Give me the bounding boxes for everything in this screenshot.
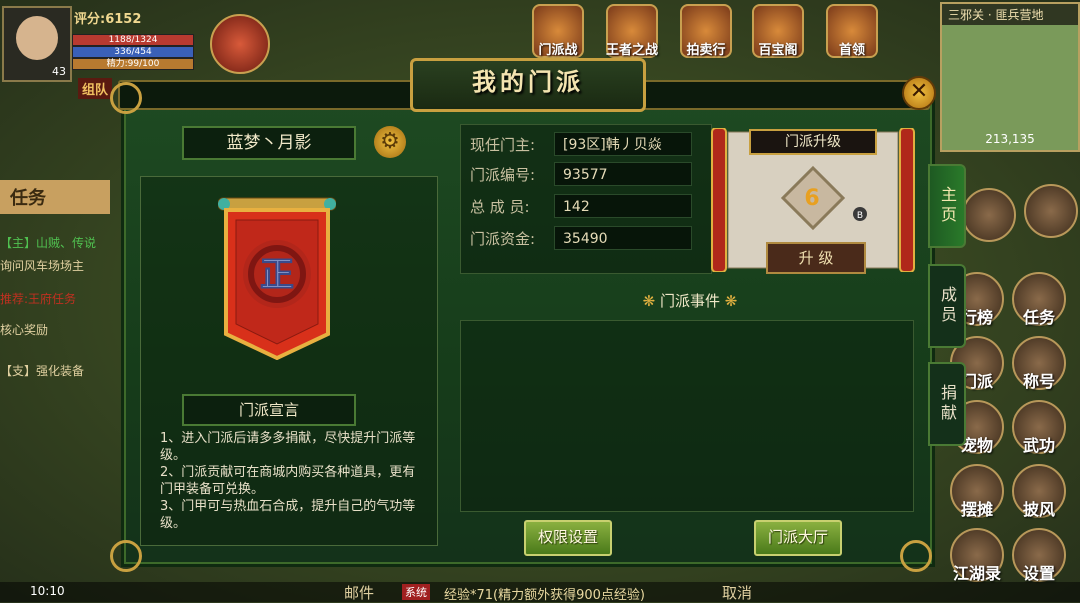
quest-panel[interactable]: 任务 【主】山贼、传说 询问风车场场主 推荐:王府任务 核心奖励 【支】强化装备 bbox=[0, 180, 130, 379]
minimap-coords: 213,135 bbox=[985, 132, 1035, 146]
events-title: ❋ 门派事件 ❋ bbox=[600, 290, 780, 311]
tab-home[interactable]: 主页 bbox=[928, 164, 966, 248]
side-button-stall[interactable]: 摆摊 bbox=[950, 464, 1004, 519]
minimap[interactable]: 三邪关 · 匪兵营地 213,135 bbox=[940, 2, 1080, 152]
permissions-button[interactable]: 权限设置 bbox=[524, 520, 612, 556]
banner-glyph: 正 bbox=[260, 255, 294, 295]
tab-donate[interactable]: 捐献 bbox=[928, 362, 966, 446]
sect-banner: 正 bbox=[218, 197, 336, 360]
corner-ornament bbox=[900, 540, 932, 572]
declaration-title: 门派宣言 bbox=[182, 394, 356, 426]
funds-label: 门派资金: bbox=[470, 230, 536, 248]
svg-text:B: B bbox=[857, 211, 863, 221]
events-title-text: 门派事件 bbox=[659, 292, 720, 310]
quest-line: 【支】强化装备 bbox=[0, 364, 85, 378]
top-icon-king-war[interactable]: 王者之战 bbox=[606, 4, 658, 58]
sect-id-label: 门派编号: bbox=[470, 166, 536, 184]
side-button-cloak[interactable]: 披风 bbox=[1012, 464, 1066, 519]
declaration-text: 1、进入门派后请多多捐献，尽快提升门派等级。 2、门派贡献可在商城内购买各种道具… bbox=[160, 430, 422, 532]
sect-hall-button[interactable]: 门派大厅 bbox=[754, 520, 842, 556]
side-button-menu[interactable] bbox=[1024, 184, 1078, 238]
top-icon-auction[interactable]: 拍卖行 bbox=[680, 4, 732, 58]
cloud-ornament-icon: ❋ bbox=[724, 292, 738, 310]
dialog-title: 我的门派 bbox=[410, 58, 646, 112]
stamina-bar: 精力:99/100 bbox=[72, 58, 194, 70]
sect-id-value: 93577 bbox=[554, 162, 692, 186]
cloud-ornament-icon: ❋ bbox=[642, 292, 660, 310]
side-button-mount[interactable] bbox=[962, 188, 1016, 242]
events-list[interactable] bbox=[460, 320, 914, 512]
close-button[interactable]: ✕ bbox=[902, 76, 936, 110]
leader-label: 现任门主: bbox=[470, 136, 536, 154]
avatar-portrait bbox=[16, 16, 58, 60]
side-button-skill[interactable]: 武功 bbox=[1012, 400, 1066, 455]
gear-icon[interactable]: ⚙ bbox=[374, 126, 406, 158]
tab-members[interactable]: 成员 bbox=[928, 264, 966, 348]
side-button-jianghu[interactable]: 江湖录 bbox=[950, 528, 1004, 583]
mp-bar: 336/454 bbox=[72, 46, 194, 58]
top-icon-boss[interactable]: 首领 bbox=[826, 4, 878, 58]
cancel-button[interactable]: 取消 bbox=[722, 582, 752, 603]
player-level: 43 bbox=[52, 65, 66, 78]
corner-ornament bbox=[110, 540, 142, 572]
minimap-location: 三邪关 · 匪兵营地 bbox=[942, 4, 1078, 25]
corner-ornament bbox=[110, 82, 142, 114]
side-button-title[interactable]: 称号 bbox=[1012, 336, 1066, 391]
pet-portrait[interactable] bbox=[210, 14, 270, 74]
upgrade-title: 门派升级 bbox=[785, 134, 841, 150]
clock: 10:10 bbox=[30, 584, 65, 598]
hp-bar: 1188/1324 bbox=[72, 34, 194, 46]
system-message: 经验*71(精力额外获得900点经验) bbox=[444, 588, 645, 603]
sect-name: 蓝梦丶月影 bbox=[182, 126, 356, 160]
declaration-line: 1、进入门派后请多多捐献，尽快提升门派等级。 bbox=[160, 431, 416, 463]
quest-line: 核心奖励 bbox=[0, 323, 49, 337]
members-value: 142 bbox=[554, 194, 692, 218]
declaration-line: 3、门甲可与热血石合成，提升自己的气功等级。 bbox=[160, 499, 416, 531]
upgrade-button[interactable]: 升 级 bbox=[766, 242, 866, 274]
side-button-quest[interactable]: 任务 bbox=[1012, 272, 1066, 327]
system-tag: 系统 bbox=[402, 584, 430, 600]
members-label: 总 成 员: bbox=[470, 198, 530, 216]
leader-value: [93区]韩丿贝焱 bbox=[554, 132, 692, 156]
funds-value: 35490 bbox=[554, 226, 692, 250]
player-avatar[interactable]: 43 bbox=[2, 6, 72, 82]
sect-level: 6 bbox=[804, 186, 820, 211]
team-button[interactable]: 组队 bbox=[78, 78, 113, 99]
top-icon-sect-war[interactable]: 门派战 bbox=[532, 4, 584, 58]
quest-header[interactable]: 任务 bbox=[0, 180, 110, 214]
quest-line: 【主】山贼、传说 bbox=[0, 236, 97, 250]
top-icon-treasure[interactable]: 百宝阁 bbox=[752, 4, 804, 58]
mail-button[interactable]: 邮件 bbox=[344, 582, 374, 603]
side-button-settings[interactable]: 设置 bbox=[1012, 528, 1066, 583]
quest-line: 询问风车场场主 bbox=[0, 259, 85, 273]
chat-bar[interactable]: 10:10 邮件 系统 经验*71(精力额外获得900点经验) 取消 bbox=[0, 582, 1080, 603]
declaration-line: 2、门派贡献可在商城内购买各种道具，更有门甲装备可兑换。 bbox=[160, 465, 416, 497]
quest-line: 推荐:王府任务 bbox=[0, 292, 77, 306]
player-score: 评分:6152 bbox=[74, 12, 142, 27]
